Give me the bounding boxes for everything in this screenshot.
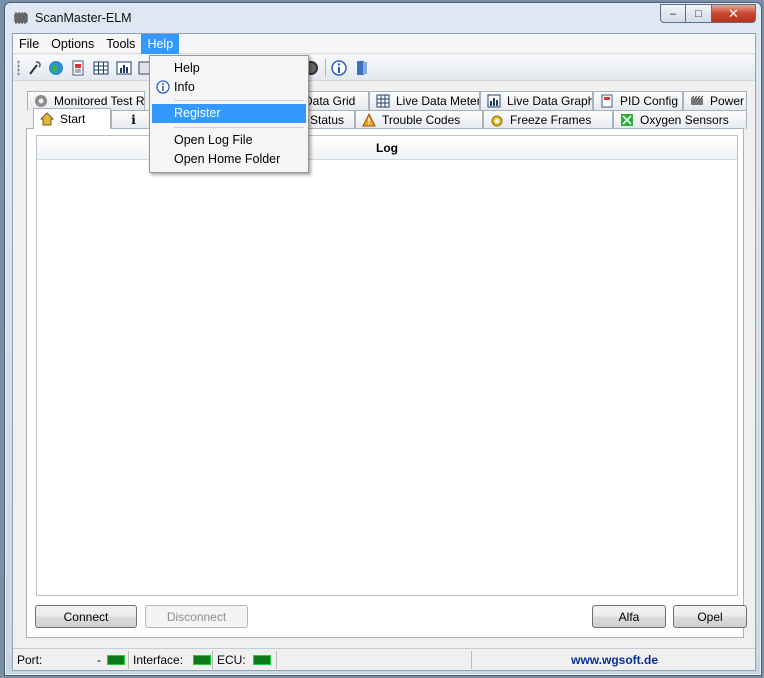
interface-label: Interface: xyxy=(133,653,184,667)
website-cell: www.wgsoft.de xyxy=(472,651,666,669)
disconnect-button[interactable]: Disconnect xyxy=(145,605,248,628)
connect-icon[interactable] xyxy=(27,60,43,76)
minimize-icon: – xyxy=(669,7,677,20)
tab-label: Status xyxy=(310,113,345,127)
tab-power[interactable]: Power xyxy=(683,91,747,110)
help-menu-item-open-log-file[interactable]: Open Log File xyxy=(152,131,306,150)
log-header: Log xyxy=(37,136,737,160)
document-icon[interactable] xyxy=(70,60,86,76)
book-icon[interactable] xyxy=(354,60,370,76)
ecu-label: ECU: xyxy=(217,653,246,667)
menu-tools[interactable]: Tools xyxy=(100,34,141,54)
status-empty-cell xyxy=(279,651,472,669)
menu-bar: File Options Tools Help xyxy=(13,34,755,54)
gear-icon xyxy=(35,95,47,107)
help-menu-item-register[interactable]: Register xyxy=(152,104,306,123)
tab-live-data-graph[interactable]: Live Data Graph xyxy=(480,91,593,110)
home-icon xyxy=(40,112,54,126)
menu-options[interactable]: Options xyxy=(45,34,100,54)
ecu-led xyxy=(253,655,271,665)
menu-separator xyxy=(174,127,304,128)
alfa-button[interactable]: Alfa xyxy=(592,605,666,628)
toolbar-grip[interactable] xyxy=(17,60,20,76)
document-icon xyxy=(601,94,613,108)
tab-status[interactable]: Status xyxy=(303,110,355,129)
client-area: File Options Tools Help Monitored Test R… xyxy=(12,33,756,671)
tab-label: Oxygen Sensors xyxy=(640,113,729,127)
help-menu-item-info[interactable]: Info xyxy=(152,78,306,97)
toolbar xyxy=(13,55,755,81)
help-menu-dropdown: Help Info Register Open Log File Open Ho… xyxy=(149,55,309,173)
help-menu-item-help[interactable]: Help xyxy=(152,59,306,78)
title-bar[interactable]: ScanMaster-ELM – □ ✕ xyxy=(5,3,761,33)
tab-label: Freeze Frames xyxy=(510,113,592,127)
tab-start[interactable]: Start xyxy=(33,108,111,129)
maximize-icon: □ xyxy=(695,7,702,20)
window-title: ScanMaster-ELM xyxy=(35,11,132,25)
tab-freeze-frames[interactable]: Freeze Frames xyxy=(483,110,613,129)
info-label: Info xyxy=(174,80,195,94)
port-value: - xyxy=(97,653,101,667)
tab-label: Start xyxy=(60,112,86,126)
tab-trouble-codes[interactable]: Trouble Codes xyxy=(355,110,483,129)
chart-icon[interactable] xyxy=(116,60,132,76)
close-button[interactable]: ✕ xyxy=(712,4,756,23)
tab-oxygen-sensors[interactable]: Oxygen Sensors xyxy=(613,110,747,129)
tab-label: Monitored Test Res xyxy=(54,94,145,108)
tab-label: Live Data Graph xyxy=(507,94,593,108)
grid-icon xyxy=(376,94,390,108)
info-icon xyxy=(156,80,170,94)
tab-label: Data Grid xyxy=(304,94,356,108)
info-icon[interactable] xyxy=(331,60,347,76)
camera-icon xyxy=(491,115,503,127)
start-tab-panel: Log Connect Disconnect Alfa Opel xyxy=(26,128,747,638)
interface-status: Interface: xyxy=(133,651,213,669)
tab-label: Trouble Codes xyxy=(382,113,461,127)
chart-icon xyxy=(487,94,501,108)
ecu-status: ECU: xyxy=(217,651,277,669)
menu-help[interactable]: Help xyxy=(141,34,180,54)
tab-pid-config[interactable]: PID Config xyxy=(593,91,683,110)
connect-button[interactable]: Connect xyxy=(35,605,137,628)
tab-label: PID Config xyxy=(620,94,679,108)
toolbar-separator xyxy=(325,59,326,77)
menu-separator xyxy=(174,100,304,101)
interface-led xyxy=(193,655,211,665)
info-icon: i xyxy=(131,113,136,127)
help-menu-item-open-home-folder[interactable]: Open Home Folder xyxy=(152,150,306,169)
tab-label: Power xyxy=(710,94,745,108)
grid-icon[interactable] xyxy=(93,60,109,76)
minimize-button[interactable]: – xyxy=(660,4,686,23)
maximize-button[interactable]: □ xyxy=(686,4,712,23)
engine-icon xyxy=(691,95,704,105)
sensor-icon xyxy=(621,114,633,126)
log-panel[interactable]: Log xyxy=(36,135,738,596)
close-icon: ✕ xyxy=(728,5,739,21)
main-window: ScanMaster-ELM – □ ✕ File Options Tools … xyxy=(4,2,762,676)
port-status: Port: - xyxy=(17,651,129,669)
tab-live-data-meter[interactable]: Live Data Meter xyxy=(369,91,480,110)
app-chip-icon xyxy=(14,12,28,24)
tab-label: Live Data Meter xyxy=(396,94,480,108)
menu-file[interactable]: File xyxy=(13,34,45,54)
globe-icon[interactable] xyxy=(48,60,64,76)
opel-button[interactable]: Opel xyxy=(673,605,747,628)
port-led xyxy=(107,655,125,665)
status-bar: Port: - Interface: ECU: www.wgsoft.de xyxy=(13,648,755,670)
website-link[interactable]: www.wgsoft.de xyxy=(571,653,658,667)
port-label: Port: xyxy=(17,653,43,667)
warning-icon xyxy=(362,113,376,127)
